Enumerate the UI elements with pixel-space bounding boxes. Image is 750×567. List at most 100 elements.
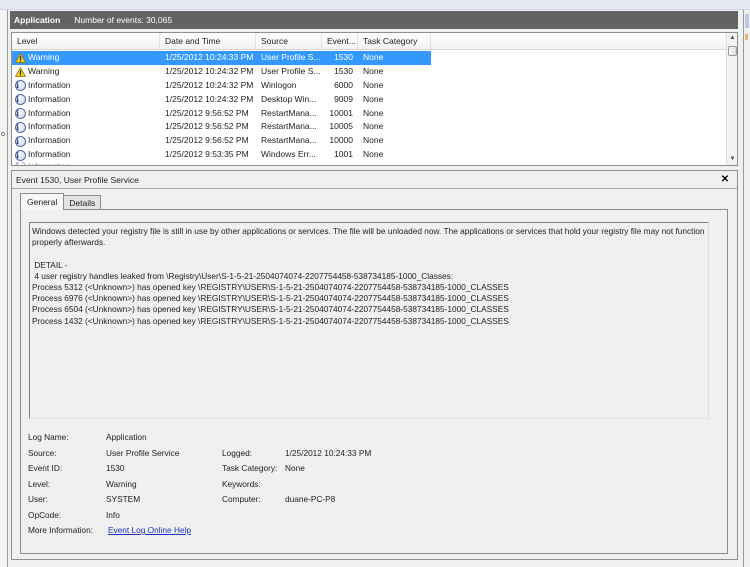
tab-details[interactable]: Details xyxy=(63,195,102,210)
event-id-cell: 1530 xyxy=(334,65,353,76)
event-level-cell: iInformation xyxy=(12,93,160,107)
keywords-label: Keywords: xyxy=(222,478,261,489)
log-header-bar: Application Number of events: 30,065 xyxy=(10,11,738,29)
event-date-cell: 1/25/2012 9:53:35 PM xyxy=(165,149,249,160)
event-row[interactable]: Warning 1/25/2012 10:24:32 PM User Profile… xyxy=(12,65,727,79)
event-row[interactable]: i Information 1/25/2012 9:56:52 PM RestartM… xyxy=(12,107,727,121)
event-id-cell: 1001 xyxy=(334,149,353,160)
event-row[interactable]: i Information 1/25/2012 10:24:32 PM Winlogo… xyxy=(12,79,727,93)
computer-label: Computer: xyxy=(222,494,261,504)
opcode-value: Info xyxy=(106,509,120,520)
event-date-cell: 1/25/2012 10:24:32 PM xyxy=(165,79,254,90)
event-date-cell: 1/25/2012 10:24:32 PM xyxy=(165,93,254,104)
event-log-online-help-link[interactable]: Event Log Online Help xyxy=(108,525,191,535)
event-date-cell: 1/25/2012 9:56:52 PM xyxy=(165,121,249,132)
event-source-cell: User Profile S... xyxy=(261,65,321,76)
event-level-text: Warning xyxy=(28,52,60,62)
event-row-cells: i Information 1/25/2012 9:56:52 PM RestartM… xyxy=(12,134,431,148)
event-id-cell: 10001 xyxy=(329,107,353,118)
event-task-category-cell: None xyxy=(363,93,384,104)
event-row-cells: iInformation 1/25/2012 9:53:35 PM Windows … xyxy=(12,148,431,162)
event-level-text: Information xyxy=(28,162,71,165)
information-icon: i xyxy=(15,80,26,92)
event-task-category-cell: None xyxy=(363,149,384,160)
event-source-cell: Windows Err... xyxy=(256,162,322,165)
event-source-cell: User Profile S... xyxy=(261,52,321,62)
information-icon: i xyxy=(15,135,26,147)
event-level-text: Information xyxy=(28,121,71,132)
event-row[interactable]: i Information 1/25/2012 9:56:52 PM RestartM… xyxy=(12,134,727,148)
source-label: Source: xyxy=(28,447,57,458)
log-title: Application xyxy=(14,15,61,25)
task-category-value: None xyxy=(285,463,305,473)
event-row[interactable]: Warning 1/25/2012 10:24:33 PM User Profile… xyxy=(12,51,727,65)
column-header-task-category[interactable]: Task Category xyxy=(358,33,431,50)
event-id-cell: 1001 xyxy=(322,162,358,165)
event-id-label: Event ID: xyxy=(28,463,63,473)
event-source-cell: Windows Err... xyxy=(261,149,316,160)
event-level-text: Information xyxy=(28,93,71,104)
column-header-event-id[interactable]: Event... xyxy=(322,33,358,50)
event-id-value: 1530 xyxy=(106,463,125,473)
event-row[interactable]: i Information 1/25/2012 10:24:32 PM Desktop… xyxy=(12,93,727,107)
event-description[interactable]: Windows detected your registry file is s… xyxy=(29,222,709,419)
scroll-thumb[interactable] xyxy=(728,46,737,56)
information-icon: i xyxy=(15,108,26,119)
event-list-scrollbar[interactable]: ▲ ▼ xyxy=(726,33,737,165)
actions-pane-edge xyxy=(743,10,750,567)
event-date-cell: 1/25/2012 9:56:52 PM xyxy=(165,135,249,146)
event-row-cells: Warning 1/25/2012 10:24:33 PM User Profile… xyxy=(12,51,431,65)
computer-value: duane-PC-P8 xyxy=(285,494,336,504)
event-row[interactable]: i Information 1/25/2012 9:56:52 PM RestartM… xyxy=(12,120,727,134)
warning-icon xyxy=(15,66,28,77)
event-detail-title: Event 1530, User Profile Service xyxy=(16,174,139,185)
collapsed-tree-glyph: o xyxy=(1,131,5,138)
detail-tabs: General Details xyxy=(20,193,102,210)
event-level-cell: iInformation xyxy=(12,107,160,121)
actions-pane-icon xyxy=(745,34,748,40)
event-date-cell: 1/25/2012 10:24:32 PM xyxy=(165,65,254,76)
event-row-cells: Warning 1/25/2012 10:24:32 PM User Profile… xyxy=(12,65,431,79)
task-category-label: Task Category: xyxy=(222,463,278,473)
event-source-cell: RestartMana... xyxy=(261,135,317,146)
level-value: Warning xyxy=(106,478,137,489)
column-header-source[interactable]: Source xyxy=(256,33,322,50)
event-row-cells: i Information 1/25/2012 10:24:32 PM Winlogo… xyxy=(12,79,431,93)
column-header-date-and-time[interactable]: Date and Time xyxy=(160,33,256,50)
actions-pane-header xyxy=(745,14,749,28)
scroll-up-arrow-icon[interactable]: ▲ xyxy=(727,33,737,44)
event-task-category-cell: None xyxy=(358,162,431,165)
source-value: User Profile Service xyxy=(106,447,180,458)
event-level-text: Warning xyxy=(28,65,60,76)
window-top-strip xyxy=(0,0,750,10)
event-date-cell: 1/25/2012 9:56:52 PM xyxy=(165,107,249,118)
event-rows: Warning 1/25/2012 10:24:33 PM User Profile… xyxy=(12,51,727,165)
information-icon: i xyxy=(15,162,26,165)
information-icon: i xyxy=(15,149,26,161)
event-detail-pane: Event 1530, User Profile Service ✕ Gener… xyxy=(11,170,738,560)
opcode-label: OpCode: xyxy=(28,509,62,520)
event-row-cells: iInformation1/25/2012 9:53:35 PMWindows … xyxy=(12,162,431,165)
event-source-cell: RestartMana... xyxy=(261,121,317,132)
event-list[interactable]: Level Date and Time Source Event... Task… xyxy=(11,32,738,166)
event-task-category-cell: None xyxy=(363,52,384,62)
event-level-text: Information xyxy=(28,107,71,118)
tab-general[interactable]: General xyxy=(20,193,65,210)
event-task-category-cell: None xyxy=(363,107,384,118)
event-detail-title-bar: Event 1530, User Profile Service xyxy=(12,171,737,189)
information-icon: i xyxy=(15,121,26,133)
event-source-cell: RestartMana... xyxy=(261,107,317,118)
event-row[interactable]: iInformation1/25/2012 9:53:35 PMWindows … xyxy=(12,162,727,165)
event-task-category-cell: None xyxy=(363,135,384,146)
event-task-category-cell: None xyxy=(363,79,384,90)
log-name-value: Application xyxy=(106,432,147,442)
logged-label: Logged: xyxy=(222,447,252,458)
event-level-cell: iInformation xyxy=(12,134,160,148)
event-row[interactable]: iInformation 1/25/2012 9:53:35 PM Windows … xyxy=(12,148,727,162)
column-header-level[interactable]: Level xyxy=(12,33,160,50)
event-level-text: Information xyxy=(28,149,71,160)
close-icon[interactable]: ✕ xyxy=(719,174,731,186)
event-id-cell: 9009 xyxy=(334,93,353,104)
scroll-down-arrow-icon[interactable]: ▼ xyxy=(727,154,737,165)
left-navigation-edge: o xyxy=(0,10,8,567)
